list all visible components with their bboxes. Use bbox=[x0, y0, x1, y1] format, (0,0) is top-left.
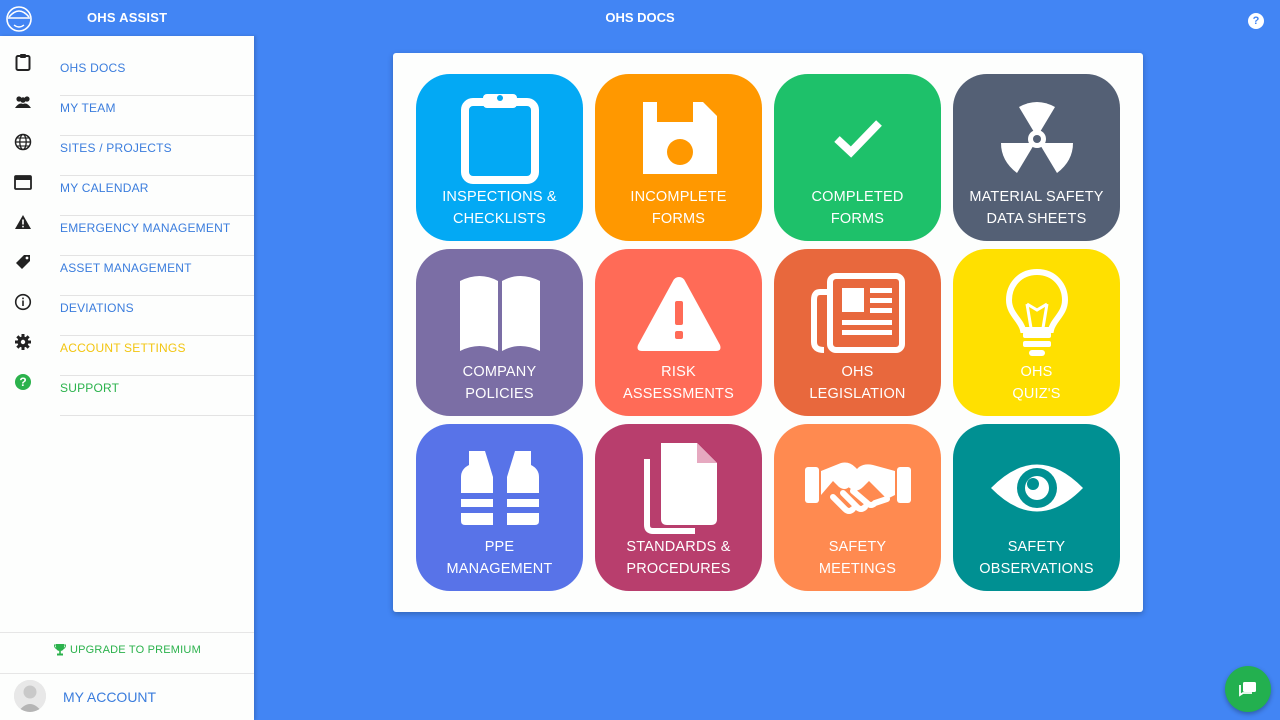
tile-company-policies[interactable]: COMPANY POLICIES bbox=[416, 249, 583, 416]
eye-icon bbox=[953, 438, 1120, 538]
warning-icon bbox=[14, 213, 32, 231]
tile-ohs-legislation[interactable]: OHS LEGISLATION bbox=[774, 249, 941, 416]
sidebar-item-emergency-management[interactable]: EMERGENCY MANAGEMENT bbox=[0, 202, 254, 256]
tile-label: RISK ASSESSMENTS bbox=[623, 364, 734, 402]
sidebar-item-deviations[interactable]: DEVIATIONS bbox=[0, 282, 254, 336]
divider bbox=[60, 415, 254, 416]
clipboard-icon bbox=[416, 88, 583, 188]
sidebar: OHS DOCS MY TEAM SITES / PROJECTS MY CAL… bbox=[0, 36, 254, 720]
sidebar-item-label: ASSET MANAGEMENT bbox=[60, 261, 192, 275]
ohs-docs-panel: INSPECTIONS & CHECKLISTS INCOMPLETE FORMS … bbox=[393, 53, 1143, 612]
tile-label: SAFETY MEETINGS bbox=[818, 539, 897, 577]
sidebar-item-sites-projects[interactable]: SITES / PROJECTS bbox=[0, 122, 254, 176]
tile-label: PPE MANAGEMENT bbox=[446, 539, 553, 577]
sidebar-item-my-team[interactable]: MY TEAM bbox=[0, 82, 254, 136]
lightbulb-icon bbox=[953, 263, 1120, 363]
top-bar: OHS ASSIST OHS DOCS ? bbox=[0, 0, 1280, 36]
warning-icon bbox=[595, 263, 762, 363]
tile-standards-procedures[interactable]: STANDARDS & PROCEDURES bbox=[595, 424, 762, 591]
team-icon bbox=[14, 93, 32, 111]
tile-label: STANDARDS & PROCEDURES bbox=[626, 539, 731, 577]
sidebar-item-ohs-docs[interactable]: OHS DOCS bbox=[0, 42, 254, 96]
sidebar-item-support[interactable]: ? SUPPORT bbox=[0, 362, 254, 416]
clipboard-icon bbox=[14, 53, 32, 71]
tile-label: OHS LEGISLATION bbox=[809, 364, 906, 402]
checkmark-icon bbox=[774, 88, 941, 188]
tile-label: OHS QUIZ'S bbox=[1012, 364, 1061, 402]
radiation-icon bbox=[953, 88, 1120, 188]
tag-icon bbox=[14, 253, 32, 271]
chat-button[interactable] bbox=[1225, 666, 1271, 712]
calendar-icon bbox=[14, 173, 32, 191]
sidebar-item-my-calendar[interactable]: MY CALENDAR bbox=[0, 162, 254, 216]
chat-icon bbox=[1239, 682, 1256, 697]
tile-risk-assessments[interactable]: RISK ASSESSMENTS bbox=[595, 249, 762, 416]
floppy-disk-icon bbox=[595, 88, 762, 188]
upgrade-premium-button[interactable]: UPGRADE TO PREMIUM bbox=[0, 632, 254, 672]
avatar bbox=[14, 680, 46, 712]
help-icon[interactable]: ? bbox=[1248, 13, 1264, 29]
sidebar-item-label: DEVIATIONS bbox=[60, 301, 134, 315]
my-account-button[interactable]: MY ACCOUNT bbox=[0, 673, 254, 720]
tile-label: INSPECTIONS & CHECKLISTS bbox=[442, 189, 557, 227]
tile-ohs-quizs[interactable]: OHS QUIZ'S bbox=[953, 249, 1120, 416]
documents-icon bbox=[595, 438, 762, 538]
handshake-icon bbox=[774, 438, 941, 538]
sidebar-item-label: SITES / PROJECTS bbox=[60, 141, 172, 155]
sidebar-item-asset-management[interactable]: ASSET MANAGEMENT bbox=[0, 242, 254, 296]
newspaper-icon bbox=[774, 263, 941, 363]
tile-completed-forms[interactable]: COMPLETED FORMS bbox=[774, 74, 941, 241]
tile-inspections-checklists[interactable]: INSPECTIONS & CHECKLISTS bbox=[416, 74, 583, 241]
sidebar-item-label: MY TEAM bbox=[60, 101, 116, 115]
safety-vest-icon bbox=[416, 438, 583, 538]
sidebar-item-label: OHS DOCS bbox=[60, 61, 126, 75]
book-icon bbox=[416, 263, 583, 363]
globe-icon bbox=[14, 133, 32, 151]
sidebar-item-label: EMERGENCY MANAGEMENT bbox=[60, 221, 231, 235]
tile-label: COMPANY POLICIES bbox=[462, 364, 537, 402]
gear-icon bbox=[14, 333, 32, 351]
tile-label: COMPLETED FORMS bbox=[811, 189, 904, 227]
tile-label: MATERIAL SAFETY DATA SHEETS bbox=[969, 189, 1104, 227]
tile-ppe-management[interactable]: PPE MANAGEMENT bbox=[416, 424, 583, 591]
tile-label: SAFETY OBSERVATIONS bbox=[979, 539, 1094, 577]
tile-incomplete-forms[interactable]: INCOMPLETE FORMS bbox=[595, 74, 762, 241]
sidebar-item-label: SUPPORT bbox=[60, 381, 120, 395]
svg-text:?: ? bbox=[19, 375, 26, 389]
sidebar-item-account-settings[interactable]: ACCOUNT SETTINGS bbox=[0, 322, 254, 376]
info-icon bbox=[14, 293, 32, 311]
tile-label: INCOMPLETE FORMS bbox=[630, 189, 727, 227]
help-circle-icon: ? bbox=[14, 373, 32, 391]
tile-material-safety-data-sheets[interactable]: MATERIAL SAFETY DATA SHEETS bbox=[953, 74, 1120, 241]
account-label: MY ACCOUNT bbox=[63, 689, 157, 705]
sidebar-item-label: ACCOUNT SETTINGS bbox=[60, 341, 186, 355]
upgrade-label: UPGRADE TO PREMIUM bbox=[70, 644, 201, 656]
page-title: OHS DOCS bbox=[605, 10, 675, 25]
trophy-icon bbox=[53, 643, 67, 661]
tile-safety-meetings[interactable]: SAFETY MEETINGS bbox=[774, 424, 941, 591]
sidebar-item-label: MY CALENDAR bbox=[60, 181, 149, 195]
tile-safety-observations[interactable]: SAFETY OBSERVATIONS bbox=[953, 424, 1120, 591]
